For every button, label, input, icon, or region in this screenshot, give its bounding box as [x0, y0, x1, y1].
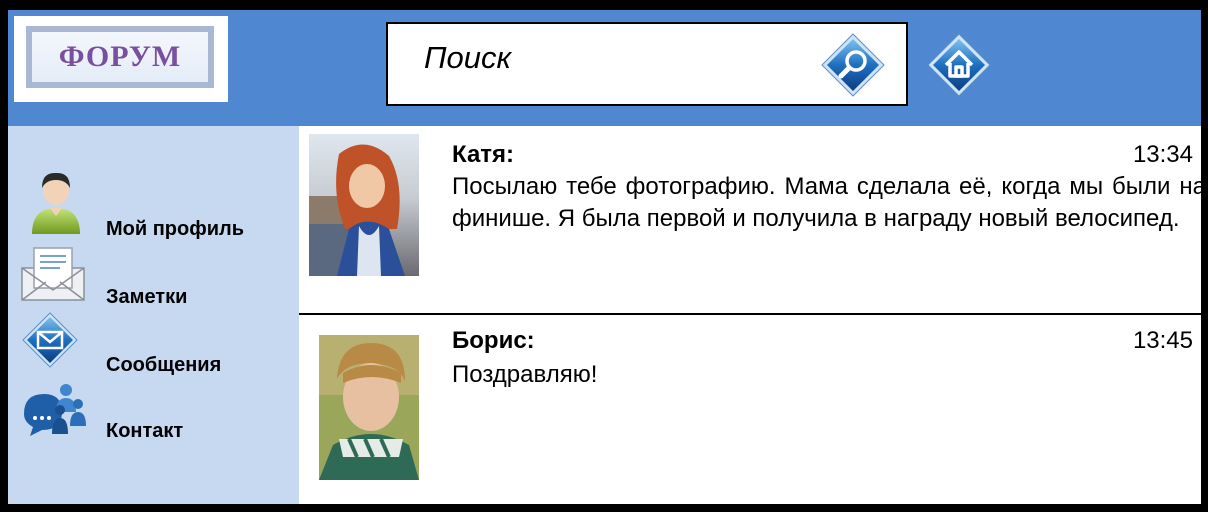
window-frame [0, 0, 1208, 512]
